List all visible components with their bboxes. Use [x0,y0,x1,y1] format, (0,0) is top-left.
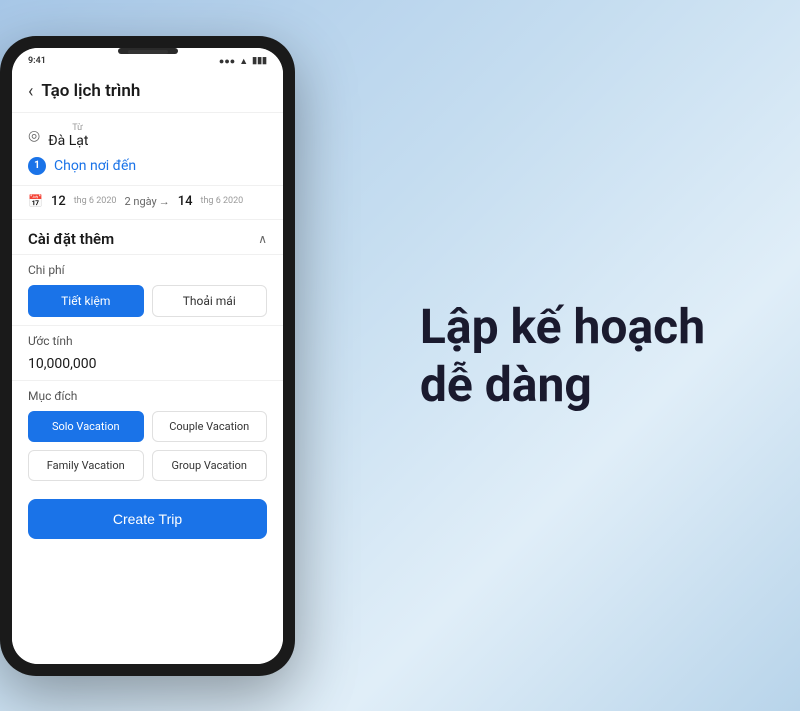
date-start: 12 [51,194,66,209]
location-section: ◎ Từ Đà Lạt 1 Chọn nơi đến [12,113,283,186]
promo-line2: dễ dàng [420,356,592,413]
from-label: Từ [72,123,88,133]
purpose-couple[interactable]: Couple Vacation [152,411,268,442]
cost-btn-thoai-mai[interactable]: Thoải mái [152,285,268,317]
settings-header: Cài đặt thêm ∧ [28,230,267,248]
phone-speaker [128,50,168,54]
cost-label: Chi phí [28,263,267,277]
destination-number: 1 [28,157,46,175]
create-trip-button[interactable]: Create Trip [28,499,267,539]
cost-section: Chi phí Tiết kiệm Thoải mái [12,255,283,326]
destination-row[interactable]: 1 Chọn nơi đến [28,157,267,175]
promo-line1: Lập kế hoạch [420,298,705,355]
destination-placeholder: Chọn nơi đến [54,158,136,174]
create-trip-section: Create Trip [12,489,283,549]
promo-heading: Lập kế hoạch dễ dàng [420,298,705,413]
chevron-up-icon[interactable]: ∧ [258,232,267,246]
status-icons: ●●● ▲ ▮▮▮ [219,56,267,67]
wifi-icon: ▲ [239,56,248,67]
location-icon: ◎ [28,128,40,144]
promo-text: Lập kế hoạch dễ dàng [325,278,800,433]
month-start: thg 6 2020 [74,196,117,206]
purpose-solo[interactable]: Solo Vacation [28,411,144,442]
purpose-grid: Solo Vacation Couple Vacation Family Vac… [28,411,267,481]
status-time: 9:41 [28,56,46,66]
cost-btn-tiet-kiem[interactable]: Tiết kiệm [28,285,144,317]
purpose-label: Mục đích [28,389,267,403]
page-layout: 9:41 ●●● ▲ ▮▮▮ ‹ Tạo lịch trình ◎ [0,0,800,711]
app-header: ‹ Tạo lịch trình [12,71,283,113]
estimate-value: 10,000,000 [28,356,267,372]
settings-section[interactable]: Cài đặt thêm ∧ [12,220,283,255]
date-duration: 2 ngày → [124,195,169,208]
estimate-section: Ước tính 10,000,000 [12,326,283,381]
cost-buttons: Tiết kiệm Thoải mái [28,285,267,317]
phone-frame: 9:41 ●●● ▲ ▮▮▮ ‹ Tạo lịch trình ◎ [0,36,295,676]
purpose-family[interactable]: Family Vacation [28,450,144,481]
calendar-icon: 📅 [28,194,43,208]
date-end: 14 [178,194,193,209]
from-value: Đà Lạt [48,133,88,149]
page-title: Tạo lịch trình [41,81,140,101]
settings-title: Cài đặt thêm [28,230,114,248]
phone-screen: 9:41 ●●● ▲ ▮▮▮ ‹ Tạo lịch trình ◎ [12,48,283,664]
battery-icon: ▮▮▮ [252,56,267,66]
app-content: ‹ Tạo lịch trình ◎ Từ Đà Lạt 1 Chọn nơi [12,71,283,664]
purpose-group[interactable]: Group Vacation [152,450,268,481]
from-row: ◎ Từ Đà Lạt [28,123,267,149]
month-end: thg 6 2020 [201,196,244,206]
purpose-section: Mục đích Solo Vacation Couple Vacation F… [12,381,283,489]
estimate-label: Ước tính [28,334,267,348]
date-section[interactable]: 📅 12 thg 6 2020 2 ngày → 14 thg 6 2020 [12,186,283,220]
back-button[interactable]: ‹ [28,81,33,102]
signal-icon: ●●● [219,56,235,67]
